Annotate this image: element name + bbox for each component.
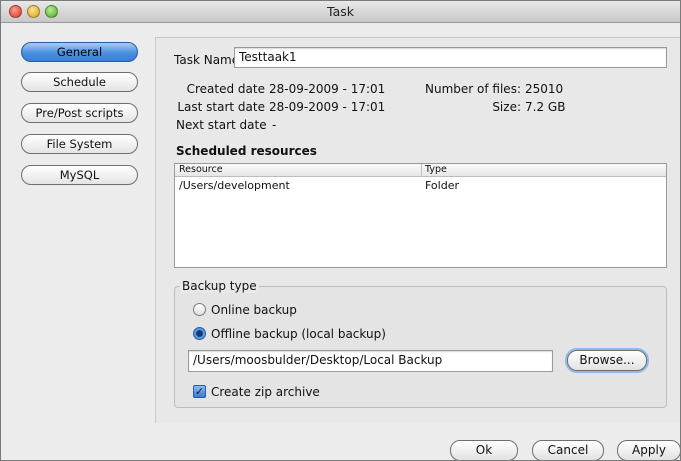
next-start-date-label: Next start date <box>176 118 267 132</box>
zip-archive-checkbox[interactable]: ✓ <box>193 385 206 398</box>
sidebar-item-file-system[interactable]: File System <box>21 134 138 154</box>
size-label: Size: <box>492 100 521 114</box>
task-window: Task General Schedule Pre/Post scripts F… <box>0 0 681 461</box>
sidebar-item-general[interactable]: General <box>21 42 138 62</box>
backup-path-field[interactable]: /Users/moosbulder/Desktop/Local Backup <box>188 350 553 372</box>
size-value: 7.2 GB <box>525 100 566 114</box>
column-header-type[interactable]: Type <box>425 164 447 176</box>
sidebar-item-mysql[interactable]: MySQL <box>21 165 138 185</box>
table-row[interactable]: /Users/development Folder <box>175 178 666 194</box>
cancel-button[interactable]: Cancel <box>532 440 604 460</box>
online-backup-label[interactable]: Online backup <box>211 303 297 317</box>
number-of-files-value: 25010 <box>525 82 564 96</box>
online-backup-radio[interactable] <box>193 303 206 316</box>
ok-button[interactable]: Ok <box>450 440 518 460</box>
scheduled-resources-heading: Scheduled resources <box>176 144 317 158</box>
offline-backup-radio[interactable] <box>193 327 206 340</box>
last-start-date-label: Last start date <box>177 100 265 114</box>
table-header: Resource Type <box>175 164 666 177</box>
zip-archive-label[interactable]: Create zip archive <box>211 385 320 399</box>
resource-path-cell: /Users/development <box>179 179 290 192</box>
column-header-resource[interactable]: Resource <box>179 164 223 176</box>
sidebar-item-pre-post-scripts[interactable]: Pre/Post scripts <box>21 103 138 123</box>
apply-button[interactable]: Apply <box>617 440 680 460</box>
offline-backup-label[interactable]: Offline backup (local backup) <box>211 327 386 341</box>
task-name-field[interactable]: Testtaak1 <box>234 47 667 68</box>
created-date-value: 28-09-2009 - 17:01 <box>269 82 386 96</box>
resource-type-cell: Folder <box>425 179 459 192</box>
column-divider <box>421 164 422 177</box>
number-of-files-label: Number of files: <box>425 82 521 96</box>
next-start-date-value: - <box>272 118 277 132</box>
browse-button[interactable]: Browse... <box>567 350 647 371</box>
resources-table: Resource Type /Users/development Folder <box>174 163 667 268</box>
backup-type-label: Backup type <box>180 279 259 293</box>
window-title: Task <box>327 4 354 19</box>
title-bar: Task <box>1 1 680 23</box>
task-name-label: Task Name <box>174 53 240 67</box>
last-start-date-value: 28-09-2009 - 17:01 <box>269 100 386 114</box>
created-date-label: Created date <box>186 82 265 96</box>
sidebar-item-schedule[interactable]: Schedule <box>21 72 138 92</box>
